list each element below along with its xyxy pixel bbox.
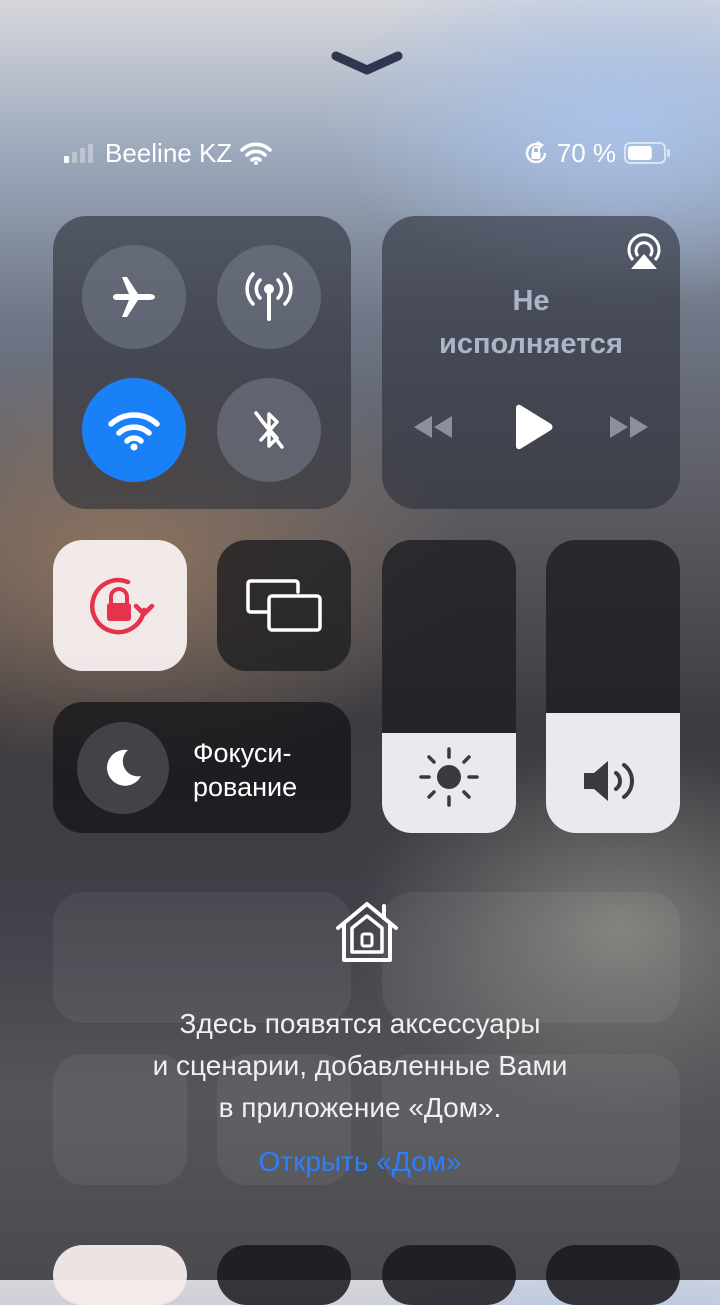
play-icon[interactable] [511, 404, 555, 450]
battery-percentage: 70 % [556, 138, 616, 168]
orientation-lock-toggle[interactable] [53, 540, 187, 671]
cellular-signal-icon [64, 143, 93, 163]
status-bar-left: Beeline KZ [64, 136, 272, 170]
bottom-control-tile[interactable] [217, 1245, 351, 1305]
wifi-toggle[interactable] [82, 378, 186, 482]
sun-icon [419, 747, 479, 807]
home-icon [336, 902, 398, 962]
bottom-control-tile[interactable] [53, 1245, 187, 1305]
brightness-slider[interactable] [382, 540, 516, 833]
open-home-link[interactable]: Открыть «Дом» [0, 1141, 720, 1183]
wifi-status-icon [240, 142, 272, 165]
screen-mirroring-button[interactable] [217, 540, 351, 671]
bottom-control-tile[interactable] [382, 1245, 516, 1305]
wifi-icon [108, 412, 160, 451]
focus-button[interactable]: Фокуси- рование [53, 702, 351, 833]
connectivity-module [53, 216, 351, 509]
airplane-mode-toggle[interactable] [82, 245, 186, 349]
orientation-lock-icon [90, 577, 155, 634]
focus-icon-circle [77, 722, 169, 814]
orientation-lock-status-icon [525, 140, 546, 164]
cellular-antenna-icon [245, 272, 293, 321]
now-playing-title: Не исполняется [439, 285, 623, 360]
fast-forward-icon[interactable] [606, 412, 652, 442]
speaker-volume-icon [584, 761, 634, 801]
focus-label: Фокуси- рование [193, 738, 298, 802]
airplay-audio-icon[interactable] [624, 232, 664, 272]
moon-icon [107, 749, 141, 786]
screen-mirroring-icon [246, 578, 322, 632]
chevron-down-icon[interactable] [330, 48, 404, 78]
cellular-data-toggle[interactable] [217, 245, 321, 349]
bluetooth-toggle[interactable] [217, 378, 321, 482]
status-bar-right: 70 % [523, 136, 670, 170]
battery-icon [624, 142, 670, 164]
volume-slider[interactable] [546, 540, 680, 833]
carrier-name: Beeline KZ [105, 138, 233, 168]
rewind-icon[interactable] [410, 412, 456, 442]
airplane-icon [113, 277, 155, 317]
bottom-control-tile[interactable] [546, 1245, 680, 1305]
now-playing-module[interactable]: Не исполняется [382, 216, 680, 509]
bluetooth-off-icon [254, 411, 284, 449]
home-empty-message: Здесь появятся аксессуары и сценарии, до… [152, 1008, 568, 1123]
